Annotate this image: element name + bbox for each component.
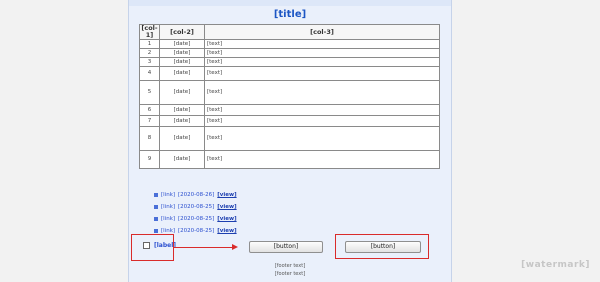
row-time: [date] — [159, 80, 205, 105]
top-strip — [129, 0, 451, 6]
notice-list: [link] [2020-08-26] [view] [link] [2020-… — [154, 189, 444, 237]
table-row: 9 [date] [text] — [139, 150, 440, 169]
highlight-box-button — [335, 234, 429, 259]
highlight-box-checkbox — [131, 234, 174, 261]
notice-title[interactable]: [link] — [161, 204, 175, 210]
table-row: 1 [date] [text] — [139, 39, 440, 49]
footer-line-1: [footer text] — [274, 263, 306, 269]
bullet-icon — [154, 193, 158, 197]
notice-date: [2020-08-25] — [178, 216, 215, 222]
column-header-time: [col-2] — [159, 24, 205, 40]
assist-button[interactable]: [button] — [249, 241, 323, 253]
column-header-no: [col-1] — [139, 24, 160, 40]
page-title: [title] — [273, 9, 307, 20]
row-number: 7 — [139, 115, 160, 127]
bullet-icon — [154, 217, 158, 221]
footer: [footer text] [footer text] — [129, 262, 451, 278]
row-content: [text] — [204, 150, 440, 169]
table-row: 8 [date] [text] — [139, 126, 440, 151]
row-number: 2 — [139, 48, 160, 58]
arrow-right-icon — [232, 244, 238, 250]
bullet-icon — [154, 229, 158, 233]
row-content: [text] — [204, 39, 440, 49]
column-header-content: [col-3] — [204, 24, 440, 40]
row-number: 6 — [139, 104, 160, 116]
schedule-table: [col-1] [col-2] [col-3] 1 [date] [text] … — [139, 24, 440, 169]
notice-view-link[interactable]: [view] — [217, 216, 236, 222]
row-content: [text] — [204, 57, 440, 67]
row-time: [date] — [159, 150, 205, 169]
row-number: 4 — [139, 66, 160, 81]
footer-line-2: [footer text] — [274, 271, 306, 277]
notice-title[interactable]: [link] — [161, 216, 175, 222]
table-row: 5 [date] [text] — [139, 80, 440, 105]
notice-item[interactable]: [link] [2020-08-25] [view] — [154, 213, 444, 225]
table-row: 7 [date] [text] — [139, 115, 440, 127]
bullet-icon — [154, 205, 158, 209]
notice-view-link[interactable]: [view] — [217, 192, 236, 198]
row-time: [date] — [159, 57, 205, 67]
row-number: 8 — [139, 126, 160, 151]
row-content: [text] — [204, 80, 440, 105]
row-number: 9 — [139, 150, 160, 169]
row-number: 3 — [139, 57, 160, 67]
notice-date: [2020-08-26] — [178, 192, 215, 198]
table-row: 4 [date] [text] — [139, 66, 440, 81]
row-content: [text] — [204, 48, 440, 58]
highlight-arrow-line — [174, 247, 236, 248]
table-row: 3 [date] [text] — [139, 57, 440, 67]
row-content: [text] — [204, 115, 440, 127]
row-content: [text] — [204, 126, 440, 151]
row-time: [date] — [159, 104, 205, 116]
notice-date: [2020-08-25] — [178, 204, 215, 210]
table-row: 6 [date] [text] — [139, 104, 440, 116]
notice-item[interactable]: [link] [2020-08-26] [view] — [154, 189, 444, 201]
notice-title[interactable]: [link] — [161, 192, 175, 198]
row-time: [date] — [159, 126, 205, 151]
row-time: [date] — [159, 48, 205, 58]
notice-view-link[interactable]: [view] — [217, 228, 236, 234]
watermark: [watermark] — [521, 260, 590, 270]
row-content: [text] — [204, 104, 440, 116]
row-time: [date] — [159, 66, 205, 81]
notice-date: [2020-08-25] — [178, 228, 215, 234]
row-number: 1 — [139, 39, 160, 49]
notice-view-link[interactable]: [view] — [217, 204, 236, 210]
table-row: 2 [date] [text] — [139, 48, 440, 58]
row-content: [text] — [204, 66, 440, 81]
table-header-row: [col-1] [col-2] [col-3] — [139, 24, 440, 40]
row-time: [date] — [159, 39, 205, 49]
row-time: [date] — [159, 115, 205, 127]
notice-item[interactable]: [link] [2020-08-25] [view] — [154, 201, 444, 213]
row-number: 5 — [139, 80, 160, 105]
